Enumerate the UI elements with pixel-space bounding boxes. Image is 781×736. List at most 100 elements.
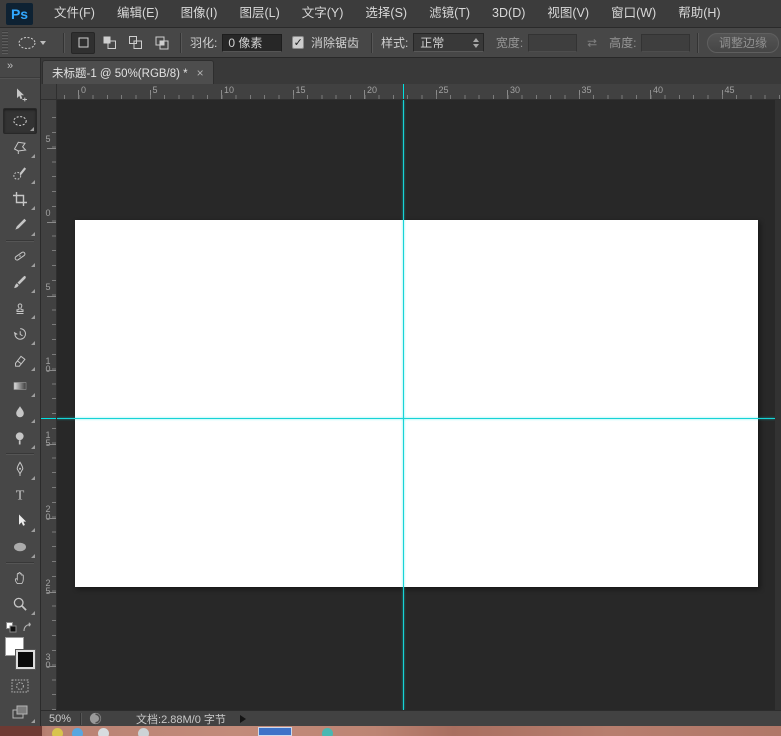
path-selection-tool[interactable] — [3, 508, 37, 534]
history-brush-tool[interactable] — [3, 321, 37, 347]
options-bar-grip[interactable] — [2, 31, 8, 54]
blur-tool[interactable] — [3, 399, 37, 425]
clone-stamp-tool[interactable] — [3, 295, 37, 321]
spot-healing-brush-tool[interactable] — [3, 243, 37, 269]
menu-item-9[interactable]: 视图(V) — [536, 0, 600, 27]
h-ruler-label: 30 — [510, 85, 520, 95]
crop-tool[interactable] — [3, 186, 37, 212]
swap-colors-icon[interactable] — [22, 622, 34, 633]
screen-mode-button[interactable] — [3, 699, 37, 725]
dodge-tool[interactable] — [3, 425, 37, 451]
v-ruler-tick — [47, 222, 56, 223]
tools-panel: » T — [0, 58, 41, 726]
horizontal-guide[interactable] — [57, 418, 775, 419]
v-ruler-tick — [47, 666, 56, 667]
hand-tool[interactable] — [3, 565, 37, 591]
antialias-checkbox[interactable]: ✓ — [292, 36, 304, 49]
color-mini-controls — [3, 619, 37, 635]
zoom-tool[interactable] — [3, 591, 37, 617]
new-selection-button[interactable] — [71, 32, 95, 54]
antialias-label[interactable]: 消除锯齿 — [311, 34, 359, 51]
polygonal-lasso-tool[interactable] — [3, 134, 37, 160]
flyout-triangle-icon — [31, 393, 35, 397]
menu-item-7[interactable]: 滤镜(T) — [418, 0, 481, 27]
flyout-triangle-icon — [31, 611, 35, 615]
vertical-guide[interactable] — [403, 100, 404, 710]
menu-item-1[interactable]: 文件(F) — [43, 0, 106, 27]
tools-panel-collapse-button[interactable]: » — [0, 58, 40, 78]
document-size-info: 文档:2.88M/0 字节 — [136, 711, 226, 727]
flyout-triangle-icon — [31, 206, 35, 210]
menu-item-10[interactable]: 窗口(W) — [600, 0, 667, 27]
elliptical-marquee-icon — [12, 113, 28, 129]
brush-tool[interactable] — [3, 269, 37, 295]
add-to-selection-button[interactable] — [97, 32, 121, 54]
h-ruler-tick — [722, 90, 723, 99]
menu-item-6[interactable]: 选择(S) — [354, 0, 418, 27]
width-input[interactable] — [528, 34, 577, 52]
subtract-from-selection-button[interactable] — [123, 32, 147, 54]
elliptical-marquee-tool[interactable] — [3, 108, 37, 134]
menu-item-11[interactable]: 帮助(H) — [667, 0, 731, 27]
h-ruler-label: 35 — [582, 85, 592, 95]
ellipse-tool[interactable] — [3, 534, 37, 560]
ruler-row: 051015202530354045 — [41, 84, 781, 100]
document-canvas[interactable] — [75, 220, 758, 587]
eyedropper-tool[interactable] — [3, 212, 37, 238]
style-dropdown[interactable]: 正常 — [413, 33, 484, 52]
tool-group-divider — [6, 240, 34, 241]
ruler-origin-corner[interactable] — [41, 84, 57, 100]
move-tool[interactable] — [3, 82, 37, 108]
v-ruler-tick — [47, 592, 56, 593]
taskbar-texture — [0, 726, 42, 736]
v-ruler-label: 0 — [43, 208, 53, 216]
document-tab[interactable]: 未标题-1 @ 50%(RGB/8) * × — [42, 60, 214, 84]
divider — [371, 33, 372, 53]
menu-item-3[interactable]: 图像(I) — [170, 0, 229, 27]
gradient-tool[interactable] — [3, 373, 37, 399]
quick-mask-button[interactable] — [3, 673, 37, 699]
document-area: 未标题-1 @ 50%(RGB/8) * × 05101520253035404… — [41, 58, 781, 726]
eraser-tool[interactable] — [3, 347, 37, 373]
tool-preset-dropdown[interactable] — [13, 33, 50, 53]
v-ruler-tick — [47, 518, 56, 519]
divider — [180, 33, 181, 53]
feather-input[interactable]: 0 像素 — [222, 34, 281, 52]
guide-position-marker — [403, 84, 404, 99]
quick-selection-icon — [12, 165, 28, 181]
v-ruler-tick — [47, 296, 56, 297]
elliptical-marquee-icon — [17, 35, 37, 51]
pen-tool[interactable] — [3, 456, 37, 482]
default-colors-icon[interactable] — [6, 622, 17, 633]
menu-item-4[interactable]: 图层(L) — [228, 0, 290, 27]
h-ruler-label: 15 — [296, 85, 306, 95]
flyout-triangle-icon — [31, 263, 35, 267]
quick-selection-tool[interactable] — [3, 160, 37, 186]
swap-width-height-icon[interactable] — [585, 37, 599, 49]
v-ruler-tick — [47, 444, 56, 445]
type-tool[interactable]: T — [3, 482, 37, 508]
close-tab-icon[interactable]: × — [197, 68, 204, 78]
divider — [697, 33, 698, 53]
history-brush-icon — [12, 326, 28, 342]
refine-edge-button[interactable]: 调整边缘 — [707, 33, 779, 53]
horizontal-ruler[interactable]: 051015202530354045 — [57, 84, 781, 100]
vertical-ruler[interactable]: 5051015202530 — [41, 100, 57, 710]
background-color-swatch[interactable] — [16, 650, 35, 669]
height-input[interactable] — [641, 34, 690, 52]
status-icon[interactable] — [89, 712, 102, 725]
canvas-viewport — [57, 100, 781, 710]
menu-item-8[interactable]: 3D(D) — [481, 0, 536, 27]
intersect-selection-button[interactable] — [149, 32, 173, 54]
status-menu-arrow-icon[interactable] — [240, 715, 246, 723]
menu-bar: Ps 文件(F)编辑(E)图像(I)图层(L)文字(Y)选择(S)滤镜(T)3D… — [0, 0, 781, 28]
selection-mode-group — [71, 32, 173, 54]
photoshop-window: Ps 文件(F)编辑(E)图像(I)图层(L)文字(Y)选择(S)滤镜(T)3D… — [0, 0, 781, 736]
v-ruler-label: 5 — [43, 282, 53, 290]
menu-item-5[interactable]: 文字(Y) — [291, 0, 355, 27]
ellipse-icon — [12, 539, 28, 555]
zoom-level-field[interactable]: 50% — [41, 713, 80, 725]
tool-options-bar: 羽化: 0 像素 ✓ 消除锯齿 样式: 正常 宽度: 高度: 调整边缘 — [0, 28, 781, 58]
v-ruler-label: 5 — [43, 134, 53, 142]
menu-item-2[interactable]: 编辑(E) — [106, 0, 170, 27]
